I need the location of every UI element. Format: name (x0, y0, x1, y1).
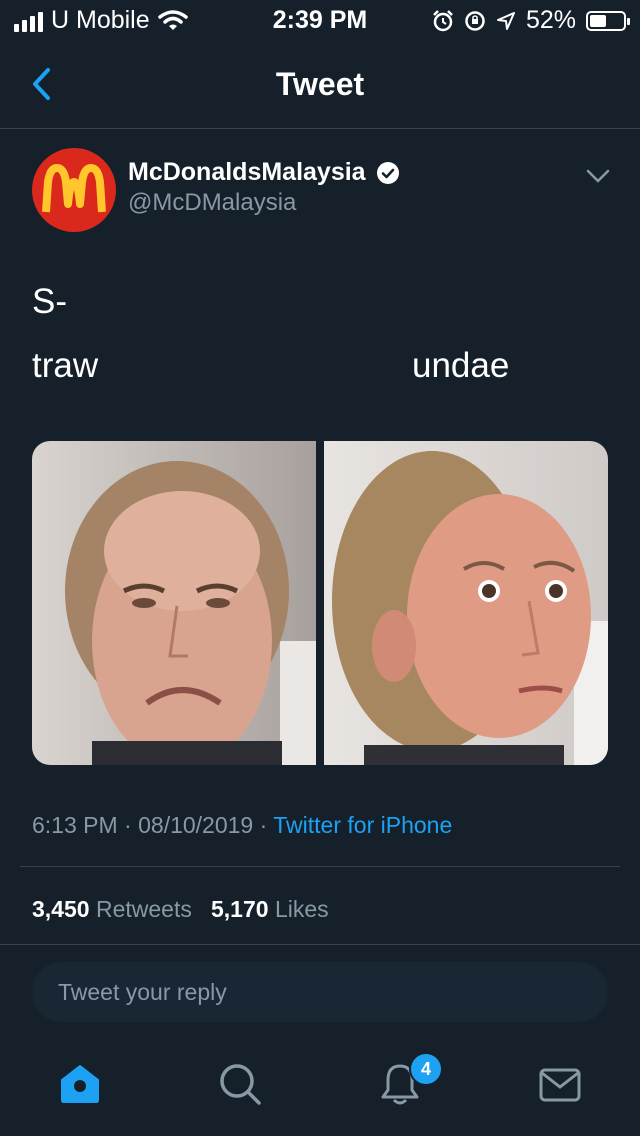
avatar[interactable] (32, 148, 116, 232)
engagement-counts: 3,450 Retweets 5,170 Likes (32, 896, 329, 923)
navigation-header: Tweet (0, 44, 640, 129)
alarm-icon (433, 9, 453, 31)
tweet-source-link[interactable]: Twitter for iPhone (273, 812, 452, 838)
status-right: 52% (432, 6, 630, 35)
mcdonalds-logo-icon (42, 164, 106, 213)
separator-dot: · (259, 812, 268, 838)
location-icon (496, 11, 515, 30)
tweet-time: 6:13 PM (32, 812, 118, 838)
status-bar: U Mobile 2:39 PM 52% (0, 0, 640, 40)
notifications-badge: 4 (409, 1052, 443, 1086)
photo-disgusted-face[interactable] (32, 441, 316, 765)
tweet-text-left-word: traw (32, 346, 99, 385)
tweet-timestamp-line: 6:13 PM · 08/10/2019 · Twitter for iPhon… (32, 812, 452, 839)
divider (0, 944, 640, 945)
battery-percent: 52% (525, 6, 576, 34)
battery-icon (586, 10, 630, 31)
like-count: 5,170 (211, 896, 269, 922)
home-icon[interactable] (56, 1060, 104, 1108)
search-icon[interactable] (216, 1060, 264, 1108)
like-label: Likes (274, 896, 329, 922)
tweet-text-right-word: undae (412, 346, 510, 385)
page-title: Tweet (275, 66, 365, 102)
retweet-label: Retweets (95, 896, 192, 922)
tweet-text-line: S- (32, 282, 67, 321)
chevron-down-icon[interactable] (584, 166, 612, 186)
retweet-count: 3,450 (32, 896, 90, 922)
divider (20, 866, 620, 867)
rotation-lock-icon (465, 10, 485, 31)
tweet-media (32, 441, 608, 765)
likes-stat[interactable]: 5,170 Likes (211, 896, 329, 922)
photo-curious-face[interactable] (324, 441, 608, 765)
author-handle[interactable]: @McDMalaysia (128, 189, 296, 217)
verified-badge-icon (376, 161, 399, 184)
separator-dot: · (124, 812, 132, 838)
retweets-stat[interactable]: 3,450 Retweets (32, 896, 192, 922)
author-name-text: McDonaldsMalaysia (128, 158, 366, 186)
author-display-name[interactable]: McDonaldsMalaysia (128, 158, 400, 187)
tab-bar (0, 1040, 640, 1136)
reply-input[interactable] (32, 962, 608, 1022)
tweet-date: 08/10/2019 (138, 812, 254, 838)
messages-icon[interactable] (536, 1060, 584, 1108)
